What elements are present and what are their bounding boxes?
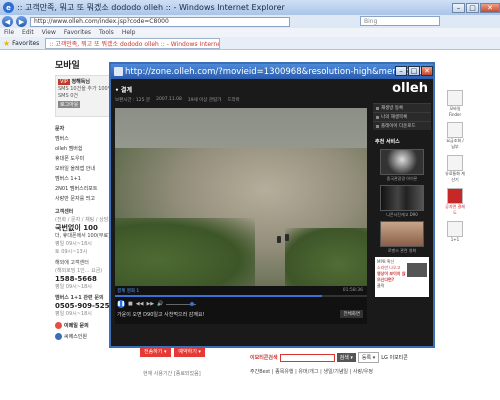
minimize-button[interactable]: – — [452, 2, 465, 13]
gift-icon — [447, 221, 463, 237]
stop-icon[interactable]: ■ — [128, 301, 133, 307]
search-button[interactable]: 검색 ▾ — [336, 353, 356, 362]
time-display: 01:58:36 — [342, 288, 363, 293]
movie-meta: 보편시간 : 125 분 2007.11.08 19세 이상 관람가 드라마 — [115, 97, 240, 103]
calculator-icon — [447, 155, 463, 171]
rail-item[interactable]: 유료통화 계산기 — [444, 155, 466, 183]
volume-icon[interactable]: 🔊 — [157, 301, 163, 307]
rec-thumb-1[interactable] — [380, 149, 424, 175]
right-rail: 모바일 Finder 요금조회 / 납부 유료통화 계산기 공지면 결제도 1+… — [444, 90, 466, 242]
rewind-icon[interactable]: ◀◀ — [136, 301, 144, 307]
video-person — [277, 236, 281, 243]
video-frame[interactable] — [115, 108, 367, 286]
category-row[interactable]: 주간Best | 종목유행 | 유머/개그 | 생일/기념일 | 사랑/우정 — [250, 368, 373, 375]
olleh-logo: olleh — [392, 81, 428, 96]
progress-bar[interactable] — [115, 295, 367, 297]
menu-file[interactable]: File — [4, 29, 14, 36]
popup-url: http://zone.olleh.com/?movieid=1300968&r… — [125, 66, 432, 77]
play-button[interactable]: ❚❚ — [117, 300, 125, 308]
add-playlist-button[interactable]: 재생방 등록 — [373, 103, 431, 112]
menu-bar: File Edit View Favorites Tools Help — [0, 28, 500, 37]
help-ad[interactable]: MPB 확산 소리만 나오고 영상이 보이지 않으신다면? 클릭 — [375, 257, 429, 297]
menu-favorites[interactable]: Favorites — [64, 29, 91, 36]
lg-emoticon-option[interactable]: LG 이모티콘 — [381, 354, 408, 361]
clip-label: 결계 영화 1 — [117, 289, 140, 294]
bill-icon — [447, 122, 463, 138]
page-icon — [114, 67, 123, 76]
movie-title: • 결계 — [115, 87, 132, 94]
ie-logo-icon: e — [3, 2, 14, 13]
rail-item[interactable]: 1+1 — [444, 221, 466, 242]
player-sidebar: olleh 재생방 등록 나의 재생목록 플레이어 다운로드 추천 서비스 중국… — [373, 81, 431, 324]
player-download-button[interactable]: 플레이어 다운로드 — [373, 121, 431, 130]
popup-title-bar: http://zone.olleh.com/?movieid=1300968&r… — [111, 64, 433, 79]
movie-header: • 결계 보편시간 : 125 분 2007.11.08 19세 이상 관람가 … — [115, 81, 368, 103]
menu-tools[interactable]: Tools — [99, 29, 114, 36]
rail-item[interactable]: 요금조회 / 납부 — [444, 122, 466, 150]
popup-close-button[interactable]: ✕ — [421, 66, 433, 76]
rail-item[interactable]: 공지면 결제도 — [444, 188, 466, 216]
my-playlist-button[interactable]: 나의 재생목록 — [373, 112, 431, 121]
volume-slider[interactable] — [166, 301, 197, 306]
menu-help[interactable]: Help — [122, 29, 136, 36]
star-icon: ★ — [3, 38, 11, 48]
rec-title: 추천 서비스 — [375, 139, 400, 145]
monitor-icon — [407, 263, 427, 277]
phone-icon — [447, 90, 463, 106]
logout-button[interactable]: 로그아웃 — [58, 101, 81, 108]
popup-maximize-button[interactable]: □ — [408, 66, 420, 76]
back-icon[interactable]: ◀ — [2, 16, 13, 27]
email-icon — [55, 322, 62, 329]
popup-minimize-button[interactable]: – — [395, 66, 407, 76]
maximize-button[interactable]: □ — [466, 2, 479, 13]
search-input[interactable]: Bing — [360, 16, 440, 26]
search-label: 이모티콘검색 — [250, 355, 278, 361]
window-title: :: 고객만족, 뭐고 또 뭐겠소 dododo olleh :: - Wind… — [17, 3, 285, 12]
menu-edit[interactable]: Edit — [22, 29, 34, 36]
favorites-button[interactable]: ★ Favorites — [3, 39, 39, 48]
notice-icon — [447, 188, 463, 204]
register-button[interactable]: 등록 ▾ — [357, 352, 380, 363]
forward-icon[interactable]: ▶ — [16, 16, 27, 27]
player-controls: 결계 영화 1 01:58:36 ❚❚ ■ ◀◀ ▶▶ 🔊 가윤이 오면 D90… — [115, 286, 367, 324]
rec-thumb-2[interactable] — [380, 185, 424, 211]
favorites-bar: ★ Favorites :: 고객만족, 뭐고 또 뭐겠소 dododo oll… — [0, 37, 500, 50]
menu-view[interactable]: View — [42, 29, 56, 36]
fullscreen-button[interactable]: 전체화면 — [340, 310, 363, 318]
forward-icon[interactable]: ▶▶ — [146, 301, 154, 307]
usage-text: 현재 사용기간 [종료되었음] — [143, 371, 201, 377]
rec-caption: 중국관광경 아이폰 — [386, 176, 418, 181]
chat-icon — [55, 333, 62, 340]
ie-title-bar: e :: 고객만족, 뭐고 또 뭐겠소 dododo olleh :: - Wi… — [0, 0, 500, 15]
url-field[interactable]: http://www.olleh.com/index.jsp?code=C800… — [30, 16, 290, 27]
rec-caption: 로맨스 관련 영화 — [387, 248, 417, 253]
close-button[interactable]: ✕ — [480, 2, 500, 13]
emoticon-search-input[interactable] — [279, 353, 335, 362]
rail-item[interactable]: 모바일 Finder — [444, 90, 466, 117]
rec-caption: 니콘사진캐고 D90 — [386, 212, 418, 217]
rec-thumb-3[interactable] — [380, 221, 424, 247]
subtitle-text: 가윤이 오면 D90일고 사천먹으러 감께요! — [117, 312, 205, 318]
video-person — [285, 234, 289, 241]
video-popup: http://zone.olleh.com/?movieid=1300968&r… — [109, 62, 435, 348]
browser-tab[interactable]: :: 고객만족, 뭐고 또 뭐겠소 dododo olleh :: - Wind… — [45, 37, 221, 49]
emoticon-search: 이모티콘검색 검색 ▾ 등록 ▾ LG 이모티콘 — [250, 352, 408, 363]
address-bar: ◀ ▶ http://www.olleh.com/index.jsp?code=… — [0, 15, 500, 28]
